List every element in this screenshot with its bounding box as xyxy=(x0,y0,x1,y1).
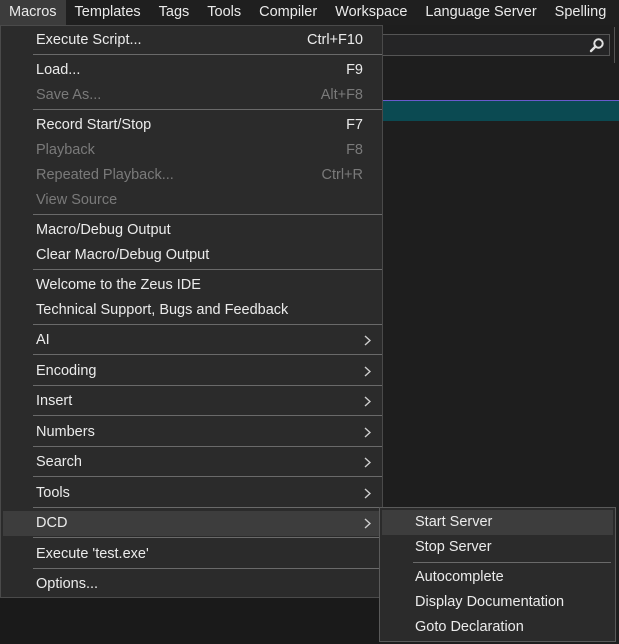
menu-separator xyxy=(33,214,382,215)
menu-item-welcome[interactable]: Welcome to the Zeus IDE xyxy=(3,273,380,298)
menu-item-load[interactable]: Load... F9 xyxy=(3,58,380,83)
menu-separator xyxy=(33,54,382,55)
menu-item-shortcut: Ctrl+R xyxy=(321,167,364,183)
menu-separator xyxy=(33,568,382,569)
menu-item-label: Tools xyxy=(36,485,70,501)
menu-separator xyxy=(33,507,382,508)
menu-item-save-as: Save As... Alt+F8 xyxy=(3,83,380,108)
chevron-right-icon xyxy=(364,396,371,407)
menu-window-partial[interactable]: W xyxy=(615,0,619,25)
submenu-item-goto-declaration[interactable]: Goto Declaration xyxy=(382,615,613,640)
menu-item-label: Encoding xyxy=(36,363,97,379)
menu-tags[interactable]: Tags xyxy=(150,0,199,25)
chevron-right-icon xyxy=(364,488,371,499)
menu-bar: Macros Templates Tags Tools Compiler Wor… xyxy=(0,0,619,25)
menu-item-insert[interactable]: Insert xyxy=(3,389,380,414)
menu-item-options[interactable]: Options... xyxy=(3,572,380,597)
menu-templates[interactable]: Templates xyxy=(66,0,150,25)
menu-separator xyxy=(33,476,382,477)
chevron-right-icon xyxy=(364,427,371,438)
menu-macros[interactable]: Macros xyxy=(0,0,66,25)
menu-item-clear-debug-output[interactable]: Clear Macro/Debug Output xyxy=(3,243,380,268)
menu-item-dcd[interactable]: DCD xyxy=(3,511,380,536)
menu-item-repeated-playback: Repeated Playback... Ctrl+R xyxy=(3,163,380,188)
menu-item-label: Repeated Playback... xyxy=(36,167,174,183)
submenu-item-start-server[interactable]: Start Server xyxy=(382,510,613,535)
chevron-right-icon xyxy=(364,457,371,468)
menu-item-label: Numbers xyxy=(36,424,95,440)
menu-item-encoding[interactable]: Encoding xyxy=(3,359,380,384)
menu-separator xyxy=(33,537,382,538)
chevron-right-icon xyxy=(364,335,371,346)
menu-item-execute-test[interactable]: Execute 'test.exe' xyxy=(3,542,380,567)
menu-item-shortcut: F8 xyxy=(346,142,363,158)
submenu-item-autocomplete[interactable]: Autocomplete xyxy=(382,565,613,590)
menu-item-label: Macro/Debug Output xyxy=(36,222,171,238)
chevron-right-icon xyxy=(364,518,371,529)
menu-item-label: Welcome to the Zeus IDE xyxy=(36,277,201,293)
menu-separator xyxy=(33,415,382,416)
editor-tab-strip xyxy=(380,101,619,121)
menu-item-label: Execute 'test.exe' xyxy=(36,546,149,562)
menu-item-label: Load... xyxy=(36,62,81,78)
menu-tools[interactable]: Tools xyxy=(198,0,250,25)
menu-item-label: Options... xyxy=(36,576,99,592)
menu-item-label: Display Documentation xyxy=(415,594,565,610)
menu-item-record[interactable]: Record Start/Stop F7 xyxy=(3,113,380,138)
menu-item-label: DCD xyxy=(36,515,68,531)
menu-item-playback: Playback F8 xyxy=(3,138,380,163)
menu-item-label: Insert xyxy=(36,393,73,409)
search-input[interactable] xyxy=(380,34,610,56)
menu-item-label: Stop Server xyxy=(415,539,492,555)
menu-item-shortcut: Ctrl+F10 xyxy=(306,32,363,48)
menu-item-label: Record Start/Stop xyxy=(36,117,152,133)
menu-separator xyxy=(33,324,382,325)
menu-compiler[interactable]: Compiler xyxy=(250,0,326,25)
menu-item-numbers[interactable]: Numbers xyxy=(3,420,380,445)
menu-spelling[interactable]: Spelling xyxy=(546,0,616,25)
menu-item-label: Start Server xyxy=(415,514,493,530)
menu-separator xyxy=(33,354,382,355)
menu-separator xyxy=(33,446,382,447)
menu-item-shortcut: Alt+F8 xyxy=(320,87,363,103)
menu-separator xyxy=(33,109,382,110)
menu-item-view-source: View Source xyxy=(3,188,380,213)
menu-language-server[interactable]: Language Server xyxy=(416,0,545,25)
chevron-right-icon xyxy=(364,366,371,377)
menu-separator xyxy=(413,562,611,563)
search-icon[interactable] xyxy=(589,37,605,53)
menu-item-ai[interactable]: AI xyxy=(3,328,380,353)
submenu-item-display-documentation[interactable]: Display Documentation xyxy=(382,590,613,615)
menu-item-shortcut: F7 xyxy=(346,117,363,133)
menu-item-label: Clear Macro/Debug Output xyxy=(36,247,210,263)
menu-separator xyxy=(33,269,382,270)
menu-item-label: Technical Support, Bugs and Feedback xyxy=(36,302,289,318)
menu-item-search[interactable]: Search xyxy=(3,450,380,475)
menu-separator xyxy=(33,385,382,386)
menu-item-shortcut: F9 xyxy=(346,62,363,78)
menu-item-label: AI xyxy=(36,332,50,348)
menu-item-tools[interactable]: Tools xyxy=(3,481,380,506)
submenu-item-stop-server[interactable]: Stop Server xyxy=(382,535,613,560)
macros-dropdown-menu: Execute Script... Ctrl+F10 Load... F9 Sa… xyxy=(0,25,383,598)
menu-item-execute-script[interactable]: Execute Script... Ctrl+F10 xyxy=(3,28,380,53)
menu-item-label: Goto Declaration xyxy=(415,619,524,635)
menu-item-label: Search xyxy=(36,454,82,470)
menu-item-label: Save As... xyxy=(36,87,102,103)
toolbar-divider xyxy=(614,27,615,63)
menu-item-debug-output[interactable]: Macro/Debug Output xyxy=(3,218,380,243)
dcd-submenu: Start Server Stop Server Autocomplete Di… xyxy=(379,507,616,642)
menu-item-label: View Source xyxy=(36,192,118,208)
menu-item-label: Autocomplete xyxy=(415,569,504,585)
menu-item-label: Playback xyxy=(36,142,95,158)
menu-item-label: Execute Script... xyxy=(36,32,142,48)
status-area xyxy=(0,598,380,644)
menu-workspace[interactable]: Workspace xyxy=(326,0,416,25)
menu-item-support[interactable]: Technical Support, Bugs and Feedback xyxy=(3,298,380,323)
